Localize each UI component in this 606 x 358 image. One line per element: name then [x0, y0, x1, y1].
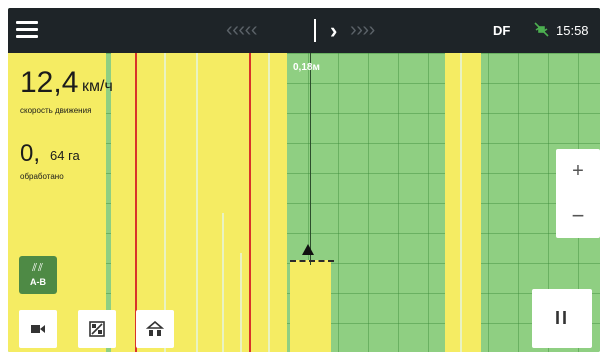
section-control-button[interactable] — [78, 310, 116, 348]
lightbar-left-chevrons: ‹ ‹ ‹ ‹ ‹ — [226, 19, 257, 41]
lightbar-active-chevron: › — [330, 18, 338, 43]
pass-line — [240, 253, 242, 352]
lightbar-center-marker — [314, 19, 316, 42]
vehicle-position-icon — [302, 244, 314, 255]
pass-line — [268, 53, 270, 352]
speed-value: 12,4 — [20, 66, 79, 99]
video-camera-icon — [31, 325, 45, 333]
coverage-strip — [445, 53, 481, 352]
pass-line — [460, 53, 462, 352]
coverage-strip — [111, 53, 135, 352]
boundary-line — [135, 53, 137, 352]
camera-button[interactable] — [19, 310, 57, 348]
hamburger-menu-icon[interactable] — [16, 21, 38, 39]
pass-line — [196, 53, 198, 352]
zoom-controls: + − — [556, 149, 600, 238]
clock: 15:58 — [556, 23, 589, 38]
coverage-strip — [135, 53, 249, 352]
satellite-signal-icon — [534, 22, 549, 37]
zoom-out-button[interactable]: − — [556, 194, 600, 238]
ab-line-label: A-B — [30, 277, 46, 287]
implement-button[interactable] — [136, 310, 174, 348]
field-map[interactable] — [8, 53, 600, 352]
boundary-line — [249, 53, 251, 352]
implement-boom — [290, 260, 334, 266]
implement-icon — [145, 320, 165, 336]
offset-readout: 0,18м — [293, 62, 320, 73]
pass-line — [164, 53, 166, 352]
guidance-lines-icon: ⫽⫽ — [32, 262, 44, 274]
area-value: 0, — [20, 140, 41, 167]
top-status-bar: ‹ ‹ ‹ ‹ ‹ › › › › › DF 15:58 — [8, 8, 600, 53]
navigation-screen: ‹ ‹ ‹ ‹ ‹ › › › › › DF 15:58 0,18м 12,4 … — [8, 8, 600, 352]
gnss-status-code: DF — [493, 23, 511, 38]
speed-unit: км/ч — [82, 78, 113, 95]
section-control-icon — [89, 321, 105, 337]
area-unit: 64 га — [50, 148, 80, 163]
pause-button[interactable]: II — [532, 289, 592, 348]
zoom-in-button[interactable]: + — [556, 149, 600, 193]
guidance-line — [310, 53, 311, 265]
speed-label: скорость движения — [20, 106, 92, 115]
lightbar-right-chevrons: › › › › — [350, 19, 375, 41]
ab-line-button[interactable]: ⫽⫽ A-B — [19, 256, 57, 294]
coverage-strip-current — [290, 260, 331, 352]
pass-line — [222, 213, 224, 352]
area-label: обработано — [20, 172, 64, 181]
